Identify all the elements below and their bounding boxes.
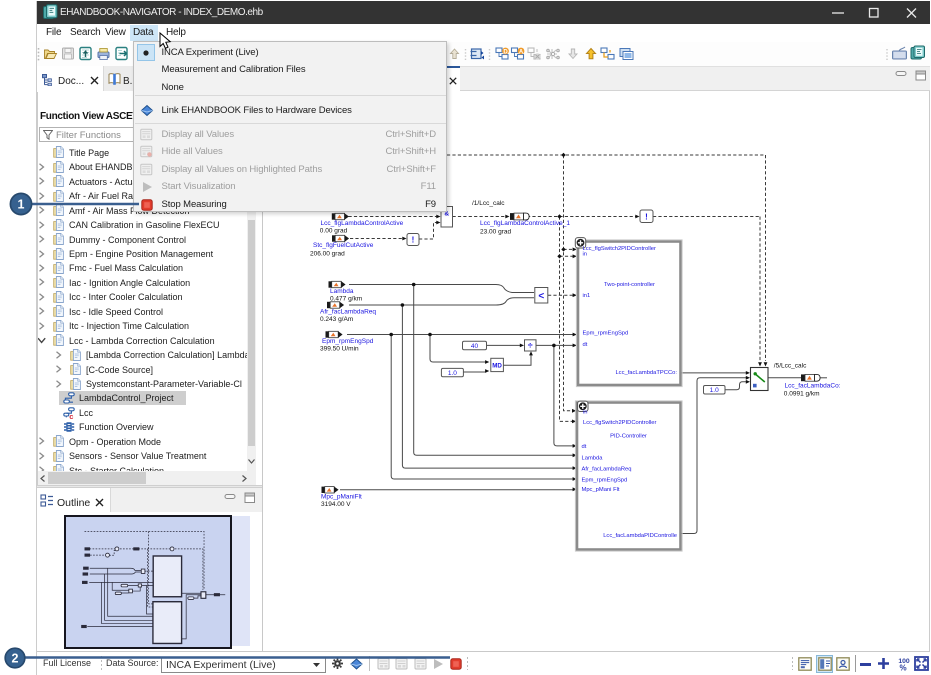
svg-text:2: 2: [12, 652, 19, 666]
svg-text:1: 1: [18, 198, 25, 212]
